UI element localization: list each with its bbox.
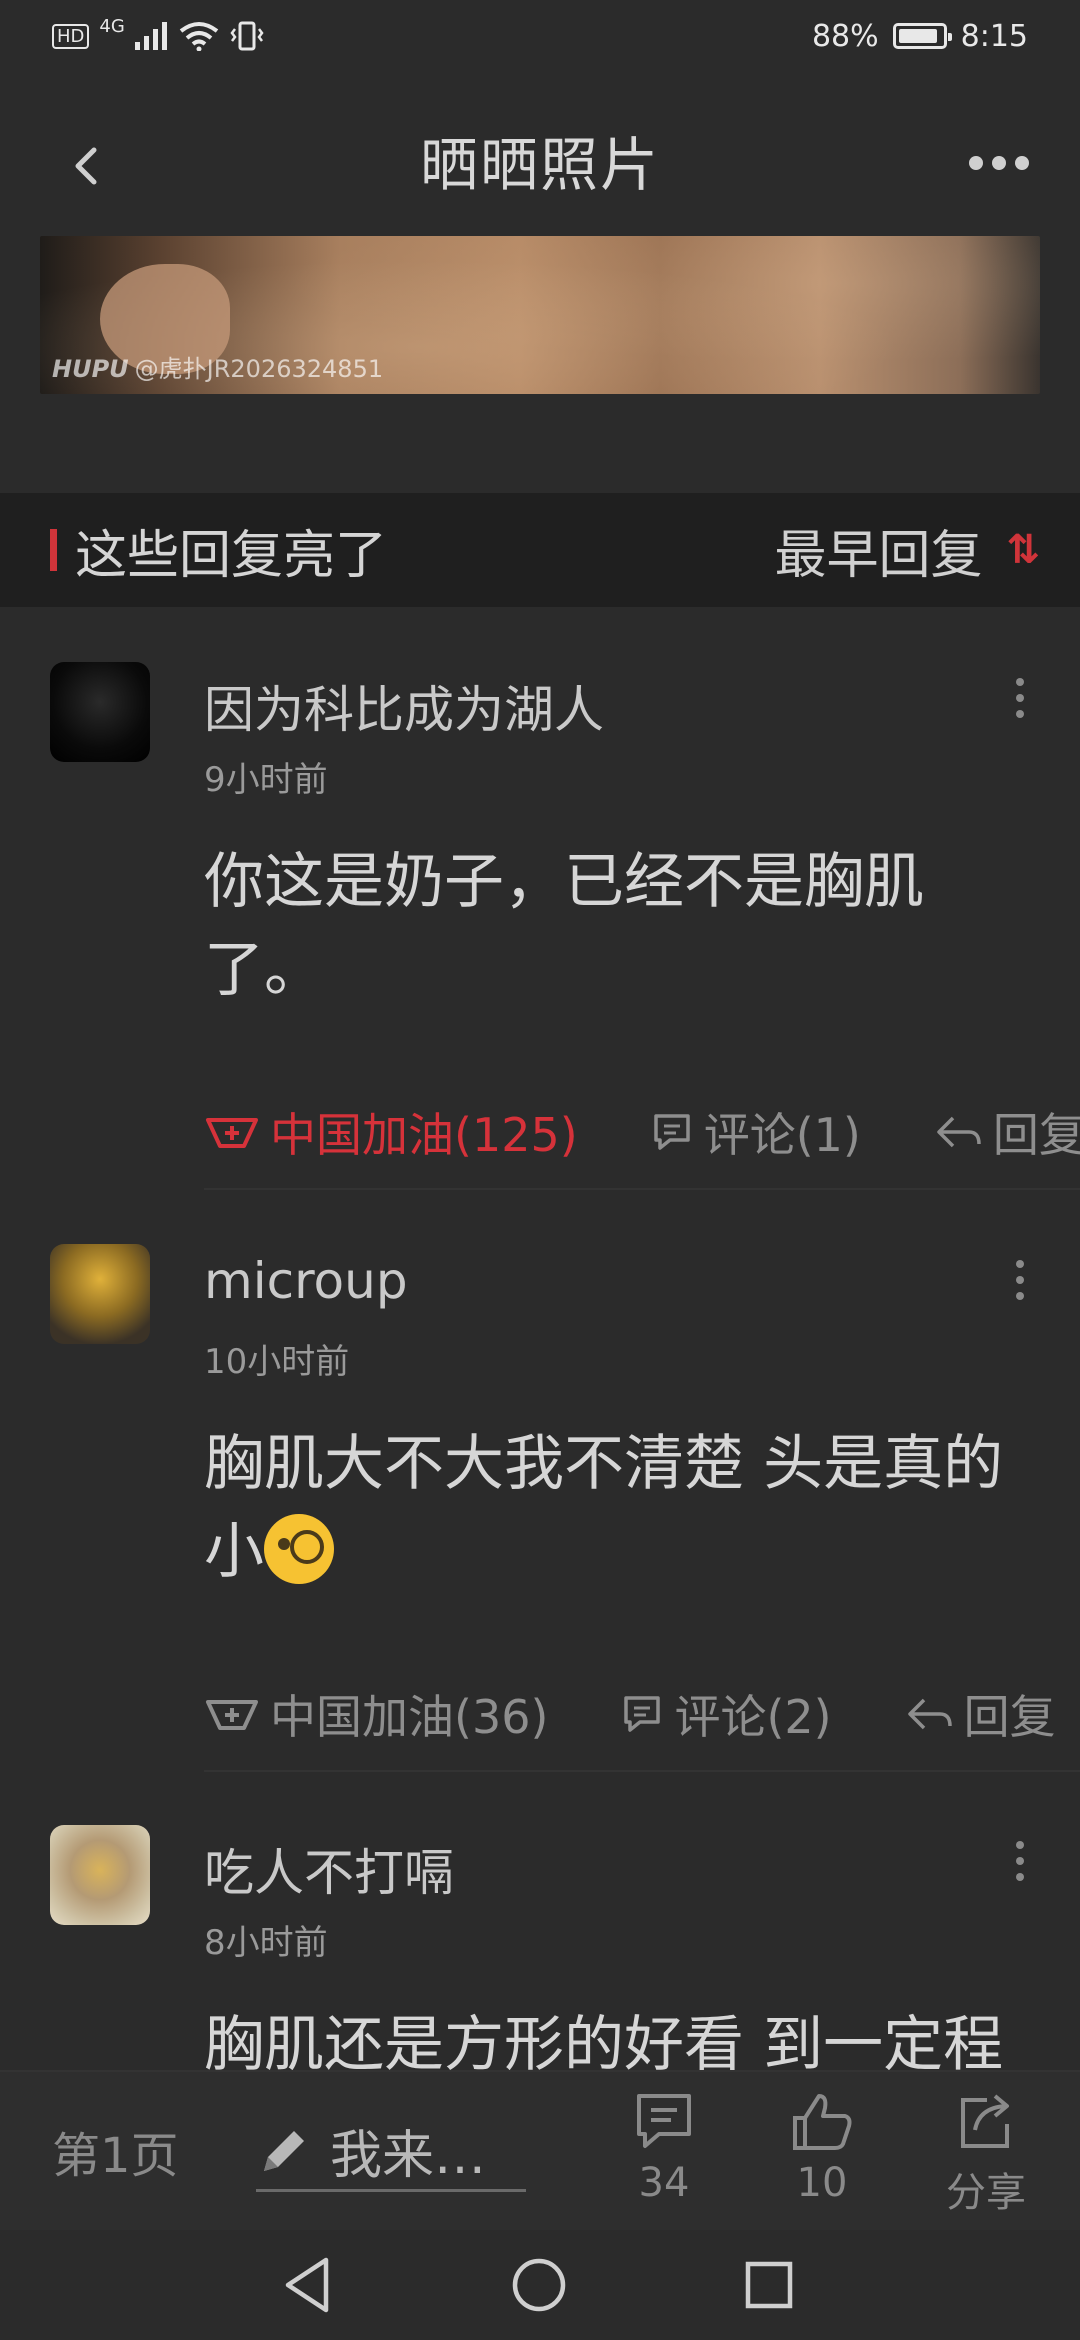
sort-icon[interactable]: ⇅	[1006, 527, 1040, 573]
comment-time: 9小时前	[204, 760, 328, 800]
comment-button[interactable]: 评论(2)	[620, 1681, 832, 1747]
sort-label[interactable]: 最早回复	[774, 513, 982, 588]
reply-button[interactable]: 回复	[904, 1681, 1056, 1747]
watermark-user: @虎扑JR2026324851	[134, 355, 384, 383]
comment-time: 8小时前	[204, 1923, 328, 1963]
comment-time: 10小时前	[204, 1342, 350, 1382]
watermark-brand: HUPU	[52, 355, 129, 383]
comment-actions: 中国加油(36) 评论(2) 回复	[204, 1674, 1080, 1754]
post-image[interactable]: HUPU @虎扑JR2026324851	[40, 236, 1040, 394]
comment-username[interactable]: microup	[204, 1252, 408, 1310]
more-options-icon[interactable]	[964, 138, 1034, 188]
cheer-icon	[206, 1118, 258, 1148]
signal-icon	[134, 22, 167, 50]
system-nav-bar	[0, 2230, 1080, 2340]
share-label[interactable]: 分享	[946, 2170, 1026, 2216]
wifi-icon	[179, 22, 219, 51]
like-button[interactable]: 10	[762, 2090, 882, 2220]
comment-text: 胸肌大不大我不清楚 头是真的小	[204, 1420, 1040, 1596]
comment-divider	[204, 1770, 1080, 1772]
monocle-emoji-icon	[264, 1514, 334, 1585]
status-right: 88% 8:15	[812, 19, 1028, 54]
reply-icon	[907, 1698, 952, 1730]
comment-username[interactable]: 因为科比成为湖人	[204, 670, 604, 742]
status-bar: HD 4G 88% 8:15	[0, 0, 1080, 72]
cheer-label[interactable]: 中国加油(125)	[270, 1099, 578, 1165]
cheer-label[interactable]: 中国加油(36)	[270, 1681, 548, 1747]
comments-count[interactable]: 34	[639, 2160, 690, 2206]
pencil-icon	[264, 2130, 304, 2171]
vibrate-icon	[230, 21, 264, 51]
sort-toggle[interactable]: 最早回复 ⇅	[774, 513, 1040, 588]
comment-bubble-icon	[624, 1696, 661, 1732]
image-watermark: HUPU @虎扑JR2026324851	[52, 349, 383, 384]
cheer-button[interactable]: 中国加油(36)	[204, 1681, 548, 1747]
reply-input-placeholder[interactable]: 我来…	[330, 2113, 486, 2188]
page-indicator[interactable]: 第1页	[52, 2116, 179, 2186]
comment-divider	[204, 1188, 1080, 1190]
reply-icon	[937, 1116, 981, 1148]
comment-more-icon[interactable]	[1016, 1260, 1028, 1308]
battery-percent: 88%	[811, 18, 879, 54]
top-header: 晒晒照片	[0, 110, 1080, 210]
comment-more-icon[interactable]	[1016, 678, 1028, 726]
comment-bubble-icon	[653, 1114, 690, 1150]
comment-actions: 中国加油(125) 评论(1) 回复	[204, 1092, 1080, 1172]
comment-text: 你这是奶子，已经不是胸肌了。	[204, 847, 924, 1005]
share-button[interactable]: 分享	[926, 2090, 1046, 2220]
comment-count-label[interactable]: 评论(1)	[704, 1099, 861, 1165]
status-left: HD 4G	[52, 16, 265, 51]
likes-count[interactable]: 10	[797, 2160, 848, 2206]
comment-button[interactable]: 评论(1)	[650, 1099, 861, 1165]
cheer-button[interactable]: 中国加油(125)	[204, 1099, 578, 1165]
section-title: 这些回复亮了	[75, 525, 388, 586]
reply-input[interactable]: 我来…	[256, 2112, 526, 2192]
section-title-group: 这些回复亮了	[50, 513, 387, 588]
reply-label[interactable]: 回复	[993, 1099, 1080, 1165]
comment-bubble-icon	[637, 2094, 691, 2148]
battery-icon	[892, 23, 952, 49]
avatar[interactable]	[50, 662, 150, 762]
comment-more-icon[interactable]	[1016, 1841, 1028, 1889]
comments-button[interactable]: 34	[604, 2090, 724, 2220]
network-label: 4G	[99, 15, 125, 37]
nav-back-icon[interactable]	[276, 2252, 342, 2318]
nav-recents-icon[interactable]	[736, 2252, 802, 2318]
page-title: 晒晒照片	[419, 131, 660, 199]
avatar[interactable]	[50, 1244, 150, 1344]
comment-username[interactable]: 吃人不打嗝	[204, 1833, 454, 1905]
bottom-action-bar: 第1页 我来… 34 10 分享	[0, 2070, 1080, 2230]
reply-label[interactable]: 回复	[964, 1681, 1056, 1747]
clock: 8:15	[960, 18, 1028, 54]
share-icon	[961, 2094, 1009, 2148]
highlighted-replies-header: 这些回复亮了 最早回复 ⇅	[0, 493, 1080, 607]
thumbs-up-icon	[793, 2094, 852, 2150]
avatar[interactable]	[50, 1825, 150, 1925]
hd-icon: HD	[52, 23, 90, 49]
reply-button[interactable]: 回复	[933, 1099, 1080, 1165]
nav-home-icon[interactable]	[506, 2252, 572, 2318]
cheer-icon	[206, 1700, 258, 1730]
back-icon[interactable]	[56, 136, 116, 196]
comment-count-label[interactable]: 评论(2)	[674, 1681, 831, 1747]
section-accent-bar	[50, 529, 57, 571]
